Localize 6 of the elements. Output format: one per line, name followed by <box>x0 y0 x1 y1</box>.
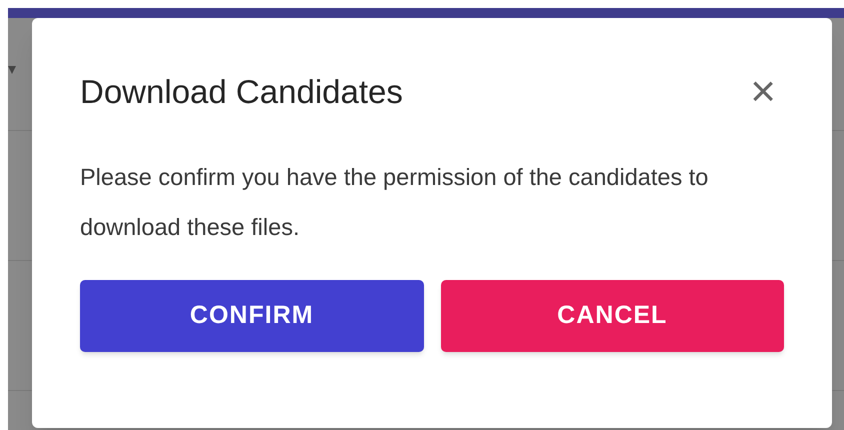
dialog-message: Please confirm you have the permission of the candidates to download these files. <box>80 163 710 242</box>
cancel-button[interactable]: CANCEL <box>440 280 784 352</box>
close-button[interactable]: × <box>750 70 776 114</box>
dialog-title: Download Candidates <box>80 72 403 112</box>
confirm-button[interactable]: CONFIRM <box>80 280 424 352</box>
caret-icon <box>8 66 16 76</box>
